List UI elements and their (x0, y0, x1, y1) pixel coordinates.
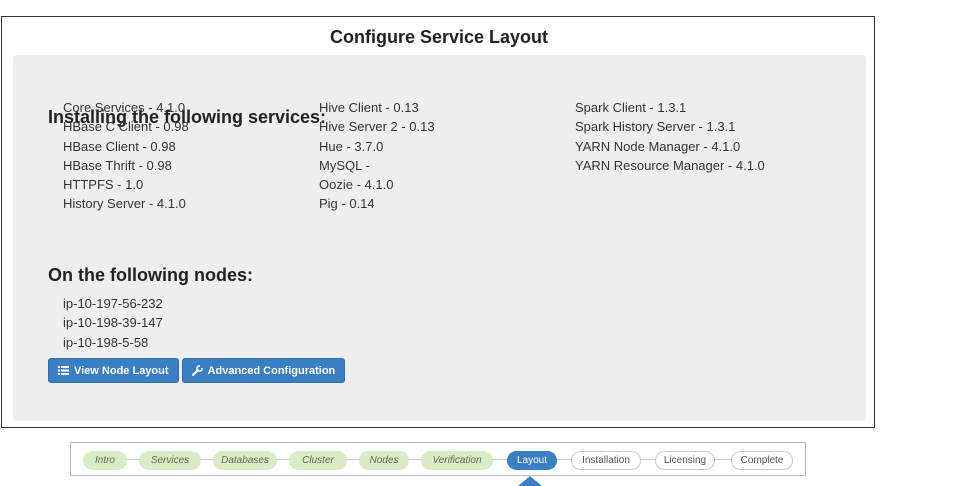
service-item: Pig - 0.14 (319, 196, 375, 212)
list-icon (58, 366, 69, 375)
advanced-configuration-button[interactable]: Advanced Configuration (181, 358, 346, 383)
wizard-step-services[interactable]: Services (139, 451, 201, 470)
service-item: HTTPFS - 1.0 (63, 177, 144, 193)
view-node-layout-button[interactable]: View Node Layout (48, 358, 179, 383)
node-item: ip-10-198-5-58 (63, 334, 149, 350)
node-item: ip-10-198-39-147 (63, 315, 163, 331)
page-title: Configure Service Layout (329, 27, 549, 47)
wizard-step-intro[interactable]: Intro (83, 451, 127, 470)
nodes-heading: On the following nodes: (48, 265, 253, 285)
wizard-step-complete[interactable]: Complete (731, 451, 793, 470)
wizard-step-licensing[interactable]: Licensing (655, 451, 715, 470)
service-item: Hive Server 2 - 0.13 (319, 119, 435, 135)
action-buttons: View Node Layout Advanced Configuration (48, 358, 346, 383)
service-item: YARN Node Manager - 4.1.0 (575, 138, 741, 154)
service-item: Hue - 3.7.0 (319, 138, 384, 154)
active-step-pointer (70, 476, 806, 486)
service-item: HBase Thrift - 0.98 (63, 157, 172, 173)
configure-dialog: Configure Service Layout Installing the … (1, 16, 875, 428)
service-item: Spark Client - 1.3.1 (575, 100, 687, 115)
service-item: Hive Client - 0.13 (319, 100, 419, 115)
active-step-arrow (518, 476, 542, 486)
wizard-step-layout[interactable]: Layout (507, 451, 557, 470)
service-item: HBase C Client - 0.98 (63, 119, 189, 135)
service-item: YARN Resource Manager - 4.1.0 (575, 157, 765, 173)
wizard-step-cluster[interactable]: Cluster (289, 451, 347, 470)
service-item: Oozie - 4.1.0 (319, 177, 394, 193)
wizard-step-nodes[interactable]: Nodes (359, 451, 409, 470)
node-item: ip-10-197-56-232 (63, 296, 163, 311)
services-list: Core Services - 4.1.0 HBase C Client - 0… (63, 98, 843, 214)
service-item: Core Services - 4.1.0 (63, 100, 186, 115)
view-node-layout-label: View Node Layout (74, 364, 169, 377)
services-column-1: Core Services - 4.1.0 HBase C Client - 0… (63, 98, 319, 214)
service-item: HBase Client - 0.98 (63, 138, 176, 154)
wizard-step-databases[interactable]: Databases (213, 451, 277, 470)
services-column-2: Hive Client - 0.13 Hive Server 2 - 0.13 … (319, 98, 575, 214)
services-column-3: Spark Client - 1.3.1 Spark History Serve… (575, 98, 843, 214)
wizard-step-installation[interactable]: Installation (571, 451, 641, 470)
wizard-progress-bar: Intro Services Databases Cluster Nodes V… (70, 442, 806, 476)
service-item: MySQL - (319, 157, 370, 173)
wrench-icon (191, 365, 203, 376)
wizard-step-verification[interactable]: Verification (421, 451, 493, 470)
service-item: History Server - 4.1.0 (63, 196, 186, 212)
advanced-configuration-label: Advanced Configuration (207, 364, 336, 377)
service-item: Spark History Server - 1.3.1 (575, 119, 736, 135)
nodes-list: ip-10-197-56-232 ip-10-198-39-147 ip-10-… (63, 294, 163, 352)
